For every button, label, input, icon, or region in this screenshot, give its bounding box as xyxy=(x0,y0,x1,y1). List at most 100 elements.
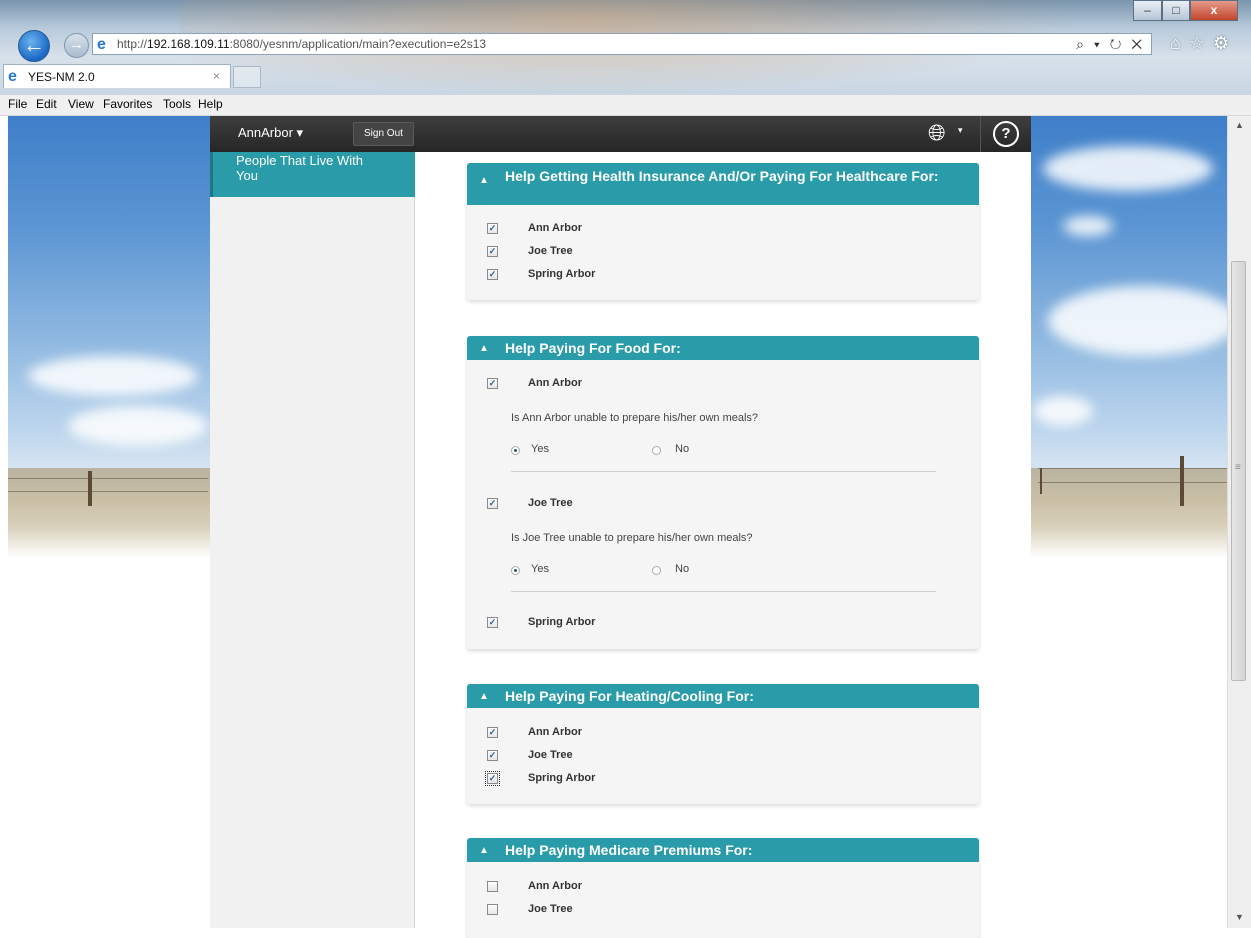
medicare-panel-header[interactable]: ▲ Help Paying Medicare Premiums For: xyxy=(467,838,979,862)
checkbox-label: Spring Arbor xyxy=(528,616,596,628)
address-bar[interactable]: e http://192.168.109.11:8080/yesnm/appli… xyxy=(92,33,1152,55)
scroll-up-icon[interactable]: ▲ xyxy=(1235,120,1244,130)
menu-favorites[interactable]: Favorites xyxy=(103,97,152,111)
medicare-panel: ▲ Help Paying Medicare Premiums For: Ann… xyxy=(467,838,979,938)
new-tab-button[interactable] xyxy=(233,66,261,88)
checkbox-label: Joe Tree xyxy=(528,497,573,509)
radio-joe-tree-yes[interactable] xyxy=(511,566,520,575)
checkbox-health-spring-arbor[interactable]: ✓ xyxy=(487,269,498,280)
globe-icon[interactable]: 🌐︎ xyxy=(928,121,946,145)
panel-title: Help Paying For Heating/Cooling For: xyxy=(505,688,754,704)
checkbox-label: Ann Arbor xyxy=(528,880,582,892)
panel-title: Help Paying Medicare Premiums For: xyxy=(505,842,753,858)
scroll-down-icon[interactable]: ▼ xyxy=(1235,912,1244,922)
close-window-button[interactable]: x xyxy=(1190,0,1238,21)
scrollbar-thumb[interactable]: ≡ xyxy=(1231,261,1246,681)
url-prefix: http:// xyxy=(117,37,148,51)
food-panel-header[interactable]: ▲ Help Paying For Food For: xyxy=(467,336,979,360)
checkbox-medicare-joe-tree[interactable] xyxy=(487,904,498,915)
radio-label-yes: Yes xyxy=(531,563,549,575)
fence-wire xyxy=(1038,468,1227,469)
cloud xyxy=(1043,146,1213,191)
ie-tab-icon: e xyxy=(8,68,17,85)
collapse-icon[interactable]: ▲ xyxy=(479,691,489,702)
health-insurance-panel-header[interactable]: ▲ Help Getting Health Insurance And/Or P… xyxy=(467,163,979,205)
meal-question: Is Ann Arbor unable to prepare his/her o… xyxy=(511,412,759,424)
health-insurance-panel: ▲ Help Getting Health Insurance And/Or P… xyxy=(467,163,979,300)
ie-page-icon: e xyxy=(97,36,106,53)
panel-title: Help Getting Health Insurance And/Or Pay… xyxy=(505,168,939,184)
forward-arrow-icon: → xyxy=(69,36,84,53)
cloud xyxy=(1063,216,1113,236)
heating-cooling-panel: ▲ Help Paying For Heating/Cooling For: ✓… xyxy=(467,684,979,804)
menu-view[interactable]: View xyxy=(68,97,94,111)
tab-close-icon[interactable]: × xyxy=(213,69,220,83)
main-content: ▲ Help Getting Health Insurance And/Or P… xyxy=(415,152,1031,938)
forward-button[interactable]: → xyxy=(64,33,89,58)
radio-ann-arbor-yes[interactable] xyxy=(511,446,520,455)
heating-cooling-panel-header[interactable]: ▲ Help Paying For Heating/Cooling For: xyxy=(467,684,979,708)
app-header: AnnArbor ▾ Sign Out 🌐︎ ▾ ? xyxy=(210,116,1031,152)
fence-wire xyxy=(8,491,208,492)
minimize-button[interactable]: – xyxy=(1133,0,1162,21)
collapse-icon[interactable]: ▲ xyxy=(479,845,489,856)
checkbox-label: Joe Tree xyxy=(528,749,573,761)
checkbox-label: Ann Arbor xyxy=(528,222,582,234)
cloud xyxy=(1048,286,1227,356)
checkbox-food-spring-arbor[interactable]: ✓ xyxy=(487,617,498,628)
page-scrollbar[interactable]: ▲ ≡ ▼ xyxy=(1227,116,1251,928)
fence-wire xyxy=(1038,482,1227,483)
checkbox-label: Joe Tree xyxy=(528,903,573,915)
checkbox-label: Spring Arbor xyxy=(528,268,596,280)
checkbox-label: Ann Arbor xyxy=(528,377,582,389)
favorites-star-icon[interactable]: ☆ xyxy=(1189,33,1213,53)
collapse-icon[interactable]: ▲ xyxy=(479,343,489,354)
radio-ann-arbor-no[interactable] xyxy=(652,446,661,455)
collapse-icon[interactable]: ▲ xyxy=(479,175,489,186)
user-menu[interactable]: AnnArbor ▾ xyxy=(238,125,303,141)
fence-wire xyxy=(8,478,208,479)
maximize-button[interactable]: □ xyxy=(1162,0,1190,21)
divider xyxy=(511,591,936,592)
cloud xyxy=(28,356,198,396)
checkbox-medicare-ann-arbor[interactable] xyxy=(487,881,498,892)
browser-toolbar-icons: ⌂☆⚙ xyxy=(1170,33,1237,54)
url-host: 192.168.109.11 xyxy=(147,37,230,51)
checkbox-heating-joe-tree[interactable]: ✓ xyxy=(487,750,498,761)
home-icon[interactable]: ⌂ xyxy=(1170,33,1189,53)
food-panel: ▲ Help Paying For Food For: ✓ Ann Arbor … xyxy=(467,336,979,649)
checkbox-health-joe-tree[interactable]: ✓ xyxy=(487,246,498,257)
radio-label-yes: Yes xyxy=(531,443,549,455)
radio-joe-tree-no[interactable] xyxy=(652,566,661,575)
cloud xyxy=(1033,396,1093,426)
scroll-grip-icon: ≡ xyxy=(1235,462,1241,473)
radio-label-no: No xyxy=(675,563,690,575)
language-caret-icon[interactable]: ▾ xyxy=(958,125,963,136)
address-tools-icon[interactable]: ⌕ ▾ ↻ ✕ xyxy=(1076,36,1145,53)
checkbox-heating-ann-arbor[interactable]: ✓ xyxy=(487,727,498,738)
menu-tools[interactable]: Tools xyxy=(163,97,191,111)
checkbox-heating-spring-arbor[interactable]: ✓ xyxy=(485,771,500,786)
url-text: http://192.168.109.11:8080/yesnm/applica… xyxy=(117,37,486,51)
browser-tab[interactable]: e YES-NM 2.0 × xyxy=(3,64,231,88)
divider xyxy=(511,471,936,472)
settings-gear-icon[interactable]: ⚙ xyxy=(1213,33,1237,53)
menu-file[interactable]: File xyxy=(8,97,27,111)
cloud xyxy=(68,406,208,446)
url-path: :8080/yesnm/application/main?execution=e… xyxy=(229,37,487,51)
sidebar: People That Live With You xyxy=(210,152,415,928)
radio-label-no: No xyxy=(675,443,690,455)
tab-title: YES-NM 2.0 xyxy=(28,70,95,84)
checkbox-health-ann-arbor[interactable]: ✓ xyxy=(487,223,498,234)
menu-help[interactable]: Help xyxy=(198,97,223,111)
help-icon[interactable]: ? xyxy=(993,121,1019,147)
sidebar-item-people-that-live-with-you[interactable]: People That Live With You xyxy=(210,152,415,197)
panel-title: Help Paying For Food For: xyxy=(505,340,681,356)
window-buttons: – □ x xyxy=(1133,0,1238,21)
back-button[interactable]: ← xyxy=(18,30,50,62)
sign-out-button[interactable]: Sign Out xyxy=(353,122,414,146)
sidebar-item-label: People That Live With You xyxy=(236,153,363,183)
checkbox-food-joe-tree[interactable]: ✓ xyxy=(487,498,498,509)
menu-edit[interactable]: Edit xyxy=(36,97,57,111)
checkbox-food-ann-arbor[interactable]: ✓ xyxy=(487,378,498,389)
